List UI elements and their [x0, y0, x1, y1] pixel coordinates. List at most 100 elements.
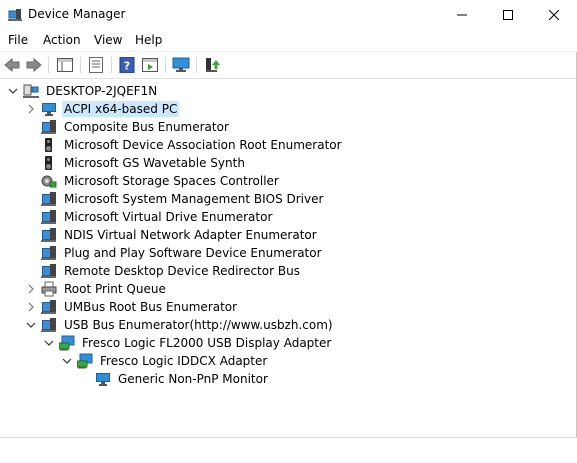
system-device-icon [41, 317, 57, 333]
forward-arrow-icon [26, 58, 42, 72]
minimize-icon [457, 14, 467, 16]
tree-item-label: ACPI x64-based PC [62, 101, 180, 117]
update-driver-icon [206, 58, 220, 72]
chevron-down-icon [8, 88, 18, 94]
tree-item-gs-wavetable[interactable]: Microsoft GS Wavetable Synth [25, 154, 247, 172]
help-button[interactable]: ? [118, 56, 136, 74]
tree-item-acpi[interactable]: ACPI x64-based PC [25, 100, 180, 118]
tree-root[interactable]: DESKTOP-2JQEF1N [7, 82, 159, 100]
minimize-button[interactable] [439, 0, 485, 30]
system-device-icon [41, 299, 57, 315]
list-view-icon [89, 57, 103, 73]
chevron-down-icon [26, 322, 36, 328]
tree-expander[interactable] [25, 103, 37, 115]
device-tree: DESKTOP-2JQEF1N ACPI x64-based PC Compos… [0, 80, 577, 438]
toolbar-separator [165, 57, 166, 73]
svg-text:?: ? [124, 60, 130, 73]
system-device-icon [41, 263, 57, 279]
toolbar-separator [196, 57, 197, 73]
tree-item-label: Generic Non-PnP Monitor [118, 372, 268, 386]
menu-view[interactable]: View [94, 33, 122, 47]
tree-item-label: Remote Desktop Device Redirector Bus [64, 264, 300, 278]
tree-item-fresco-fl2000[interactable]: Fresco Logic FL2000 USB Display Adapter [43, 334, 333, 352]
speaker-icon [41, 137, 57, 153]
action-pane-icon [142, 58, 158, 72]
display-adapter-icon [77, 353, 93, 369]
chevron-right-icon [28, 302, 34, 312]
monitor-icon [95, 371, 111, 387]
tree-root-label: DESKTOP-2JQEF1N [46, 84, 158, 98]
update-driver-button[interactable] [203, 56, 221, 74]
storage-controller-icon [41, 173, 57, 189]
list-view-button[interactable] [87, 56, 105, 74]
window-title: Device Manager [28, 7, 126, 21]
tree-item-root-print-queue[interactable]: Root Print Queue [25, 280, 168, 298]
device-manager-app-icon [8, 8, 22, 22]
menu-help[interactable]: Help [135, 33, 162, 47]
tree-item-ndis[interactable]: NDIS Virtual Network Adapter Enumerator [25, 226, 319, 244]
scan-hardware-icon [172, 57, 190, 72]
maximize-icon [503, 10, 513, 20]
system-device-icon [41, 227, 57, 243]
back-button[interactable] [3, 56, 21, 74]
computer-icon [23, 83, 39, 99]
tree-expander[interactable] [25, 301, 37, 313]
system-device-icon [41, 209, 57, 225]
display-adapter-icon [59, 335, 75, 351]
tree-item-composite-bus[interactable]: Composite Bus Enumerator [25, 118, 231, 136]
title-bar: Device Manager [0, 0, 577, 30]
system-device-icon [41, 119, 57, 135]
speaker-icon [41, 155, 57, 171]
action-pane-button[interactable] [141, 56, 159, 74]
tree-item-pnp-software[interactable]: Plug and Play Software Device Enumerator [25, 244, 324, 262]
scan-hardware-button[interactable] [172, 56, 190, 74]
tree-item-label: Microsoft GS Wavetable Synth [64, 156, 245, 170]
tree-item-label: NDIS Virtual Network Adapter Enumerator [64, 228, 317, 242]
tree-item-remote-desktop[interactable]: Remote Desktop Device Redirector Bus [25, 262, 302, 280]
tree-item-storage-spaces[interactable]: Microsoft Storage Spaces Controller [25, 172, 281, 190]
close-button[interactable] [531, 0, 577, 30]
tree-expander[interactable] [25, 319, 37, 331]
properties-console-icon [57, 58, 73, 72]
chevron-right-icon [28, 284, 34, 294]
tree-item-label: USB Bus Enumerator(http://www.usbzh.com) [64, 318, 333, 332]
tree-item-label: Microsoft Storage Spaces Controller [64, 174, 279, 188]
tree-item-generic-monitor[interactable]: Generic Non-PnP Monitor [79, 370, 270, 388]
tree-item-label: Microsoft System Management BIOS Driver [64, 192, 324, 206]
tree-item-usb-bus-enumerator[interactable]: USB Bus Enumerator(http://www.usbzh.com) [25, 316, 335, 334]
tree-expander[interactable] [61, 355, 73, 367]
tree-expander[interactable] [43, 337, 55, 349]
tree-item-fresco-iddcx[interactable]: Fresco Logic IDDCX Adapter [61, 352, 269, 370]
chevron-down-icon [62, 358, 72, 364]
help-icon: ? [119, 57, 135, 73]
tree-item-device-association[interactable]: Microsoft Device Association Root Enumer… [25, 136, 344, 154]
chevron-right-icon [28, 104, 34, 114]
system-device-icon [41, 245, 57, 261]
forward-button[interactable] [25, 56, 43, 74]
close-icon [549, 10, 559, 20]
system-device-icon [41, 191, 57, 207]
tree-item-label: UMBus Root Bus Enumerator [64, 300, 238, 314]
toolbar-separator [80, 57, 81, 73]
tree-item-label: Fresco Logic IDDCX Adapter [100, 354, 268, 368]
tree-item-label: Composite Bus Enumerator [64, 120, 229, 134]
tree-item-label: Fresco Logic FL2000 USB Display Adapter [82, 336, 332, 350]
tree-item-umbus[interactable]: UMBus Root Bus Enumerator [25, 298, 239, 316]
status-bar [0, 437, 577, 463]
chevron-down-icon [44, 340, 54, 346]
tree-item-label: Plug and Play Software Device Enumerator [64, 246, 322, 260]
toolbar: ? [0, 52, 577, 79]
toolbar-separator [111, 57, 112, 73]
tree-expander[interactable] [7, 85, 19, 97]
back-arrow-icon [4, 58, 20, 72]
tree-item-virtual-drive[interactable]: Microsoft Virtual Drive Enumerator [25, 208, 274, 226]
properties-console-button[interactable] [56, 56, 74, 74]
menu-file[interactable]: File [8, 33, 28, 47]
printer-icon [41, 281, 57, 297]
tree-expander[interactable] [25, 283, 37, 295]
tree-item-smbios[interactable]: Microsoft System Management BIOS Driver [25, 190, 325, 208]
maximize-button[interactable] [485, 0, 531, 30]
tree-item-label: Microsoft Virtual Drive Enumerator [64, 210, 273, 224]
menu-action[interactable]: Action [43, 33, 81, 47]
toolbar-separator [48, 57, 49, 73]
